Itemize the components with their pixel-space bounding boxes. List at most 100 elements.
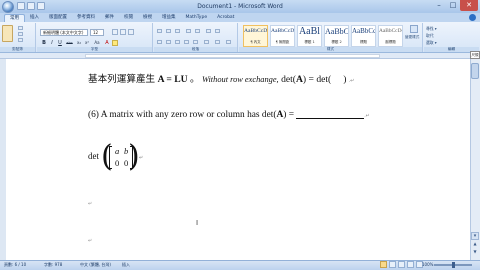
- ruler-track[interactable]: [85, 54, 380, 58]
- zoom-level[interactable]: 100%: [422, 262, 433, 267]
- select-button[interactable]: 選取 ▾: [426, 40, 437, 46]
- replace-button[interactable]: 取代: [426, 33, 434, 39]
- status-words[interactable]: 字數: 978: [44, 262, 62, 268]
- scrollbar-thumb[interactable]: [471, 63, 479, 79]
- copy-icon[interactable]: [18, 32, 23, 36]
- left-margin-bar: [0, 59, 6, 260]
- tab-mathtype[interactable]: MathType: [181, 14, 213, 22]
- style-sample: AaBbCcDc: [244, 28, 267, 34]
- line1-formula: A = LU: [157, 74, 188, 85]
- bullets-icon[interactable]: [157, 29, 162, 33]
- style-name: 副標題: [385, 40, 396, 44]
- font-color-button[interactable]: A: [104, 40, 110, 46]
- ruler-toggle-button[interactable]: 尺規: [470, 51, 480, 59]
- cut-icon[interactable]: [18, 26, 23, 30]
- style-sample: AaBbCcDc: [271, 28, 294, 34]
- subscript-button[interactable]: x₂: [76, 40, 82, 46]
- font-name-select[interactable]: 新細明體 (本文中文字): [40, 29, 88, 36]
- web-layout-icon[interactable]: [398, 261, 405, 268]
- decrease-indent-icon[interactable]: [186, 29, 191, 33]
- tab-mailings[interactable]: 郵件: [100, 14, 119, 22]
- bold-button[interactable]: B: [41, 40, 47, 46]
- style-sample: AaBl: [298, 26, 321, 37]
- print-layout-icon[interactable]: [380, 261, 387, 268]
- multilevel-list-icon[interactable]: [175, 29, 180, 33]
- maximize-button[interactable]: □: [446, 0, 460, 11]
- align-right-icon[interactable]: [175, 40, 180, 44]
- tab-view[interactable]: 檢視: [138, 14, 157, 22]
- underline-button[interactable]: U: [57, 40, 63, 46]
- italic-button[interactable]: I: [49, 40, 55, 46]
- close-button[interactable]: ✕: [460, 0, 478, 11]
- font-group: 字型: [37, 23, 153, 52]
- scroll-down-icon[interactable]: ▾: [471, 232, 479, 240]
- next-page-icon[interactable]: ▼: [471, 249, 479, 255]
- paste-button[interactable]: [2, 25, 13, 42]
- tab-home[interactable]: 常用: [4, 14, 25, 22]
- distributed-icon[interactable]: [193, 40, 198, 44]
- numbering-icon[interactable]: [166, 29, 171, 33]
- sort-icon[interactable]: [206, 29, 211, 33]
- style-heading-1[interactable]: AaBl 標題 1: [297, 25, 322, 47]
- superscript-button[interactable]: x²: [84, 40, 90, 46]
- tab-references[interactable]: 參考資料: [72, 14, 100, 22]
- increase-indent-icon[interactable]: [195, 29, 200, 33]
- borders-icon[interactable]: [226, 40, 231, 44]
- change-styles-icon: [410, 25, 418, 33]
- full-screen-reading-icon[interactable]: [389, 261, 396, 268]
- previous-page-icon[interactable]: ▲: [471, 241, 479, 247]
- strikethrough-button[interactable]: abc: [65, 40, 74, 46]
- minimize-button[interactable]: –: [432, 0, 446, 11]
- mouse-cursor-icon: I: [196, 219, 199, 227]
- align-left-icon[interactable]: [157, 40, 162, 44]
- font-size-select[interactable]: 12: [90, 29, 104, 36]
- status-insert-mode[interactable]: 插入: [122, 262, 130, 268]
- format-painter-icon[interactable]: [18, 38, 23, 42]
- line-spacing-icon[interactable]: [204, 40, 209, 44]
- outline-icon[interactable]: [407, 261, 414, 268]
- matrix-equation[interactable]: ( a b 0 0 ): [101, 142, 140, 173]
- answer-blank[interactable]: [296, 110, 365, 119]
- line2-det-b: ) =: [283, 110, 295, 120]
- shrink-font-icon[interactable]: [120, 29, 126, 35]
- paragraph-group-label: 段落: [154, 47, 237, 52]
- help-icon[interactable]: [469, 14, 476, 21]
- tab-page-layout[interactable]: 版面配置: [44, 14, 72, 22]
- style-subtitle[interactable]: AaBbCcDc 副標題: [378, 25, 403, 47]
- highlight-icon[interactable]: [112, 40, 118, 46]
- editing-commands: 尋找 ▾ 取代 選取 ▾: [424, 24, 478, 50]
- line1-det-b: ) = det(: [302, 74, 332, 85]
- status-language[interactable]: 中文 (繁體, 台灣): [80, 262, 111, 268]
- window-controls: – □ ✕: [432, 0, 478, 12]
- style-title[interactable]: AaBbCc 標題: [351, 25, 376, 47]
- doc-line-zero-row: (6) A matrix with any zero row or column…: [88, 110, 370, 120]
- window-title: Document1 - Microsoft Word: [197, 3, 283, 10]
- style-name: 標題 2: [331, 40, 342, 44]
- clear-formatting-icon[interactable]: [128, 29, 134, 35]
- paragraph-mark: ↵: [88, 202, 93, 207]
- justify-icon[interactable]: [184, 40, 189, 44]
- style-name: 標題: [360, 40, 367, 44]
- change-case-button[interactable]: Aa: [93, 40, 101, 46]
- change-styles-button[interactable]: 變更樣式: [405, 25, 421, 43]
- matrix-end-mark: ↵: [139, 156, 144, 161]
- align-center-icon[interactable]: [166, 40, 171, 44]
- status-page[interactable]: 頁數: 6 / 10: [4, 262, 26, 268]
- vertical-scrollbar[interactable]: [470, 59, 480, 260]
- find-button[interactable]: 尋找 ▾: [426, 26, 437, 32]
- style-heading-2[interactable]: AaBbC 標題 2: [324, 25, 349, 47]
- tab-insert[interactable]: 插入: [25, 14, 44, 22]
- style-name: ¶ 無間距: [275, 40, 290, 44]
- style-no-spacing[interactable]: AaBbCcDc ¶ 無間距: [270, 25, 295, 47]
- shading-icon[interactable]: [215, 40, 220, 44]
- tab-acrobat[interactable]: Acrobat: [212, 14, 239, 22]
- grow-font-icon[interactable]: [112, 29, 118, 35]
- style-normal[interactable]: AaBbCcDc ¶ 內文: [243, 25, 268, 47]
- show-marks-icon[interactable]: [215, 29, 220, 33]
- clipboard-group-label: 剪貼簿: [0, 47, 35, 52]
- tab-addins[interactable]: 增益集: [157, 14, 181, 22]
- zoom-slider-knob[interactable]: [452, 262, 455, 268]
- det-label: det: [88, 151, 99, 161]
- document-page[interactable]: [0, 59, 470, 260]
- tab-review[interactable]: 校閱: [119, 14, 138, 22]
